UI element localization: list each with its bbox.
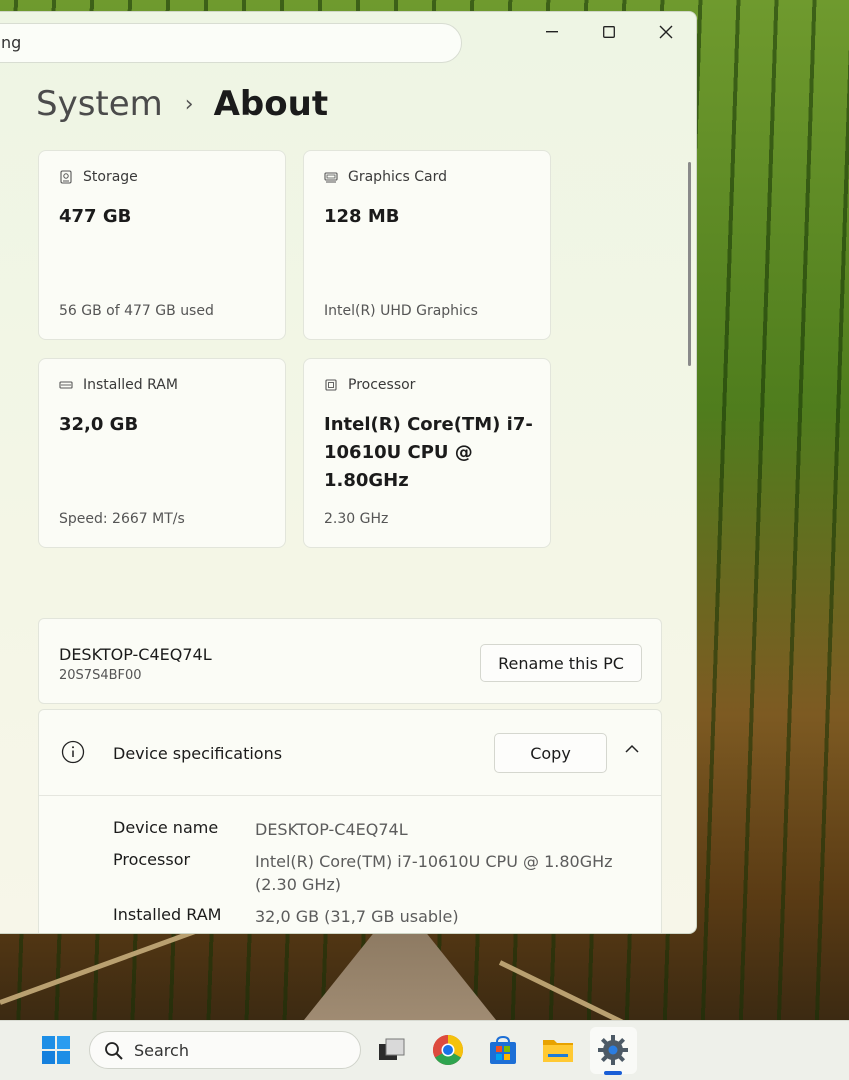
settings-search-input[interactable]: ng <box>0 23 462 63</box>
graphics-card-name: Intel(R) UHD Graphics <box>324 303 478 319</box>
pc-name: DESKTOP-C4EQ74L <box>59 645 212 664</box>
taskbar-search-input[interactable]: Search <box>89 1031 361 1069</box>
info-icon <box>61 740 85 764</box>
storage-usage: 56 GB of 477 GB used <box>59 303 214 319</box>
graphics-card-card[interactable]: Graphics Card 128 MB Intel(R) UHD Graphi… <box>303 150 551 340</box>
graphics-card-icon <box>324 172 338 183</box>
breadcrumb: System › About <box>36 84 328 124</box>
device-specifications-panel: Device specifications Copy Device name D… <box>38 709 662 933</box>
storage-icon <box>60 170 72 184</box>
active-app-indicator <box>604 1071 622 1075</box>
rename-pc-button[interactable]: Rename this PC <box>480 644 642 682</box>
search-icon <box>105 1042 123 1060</box>
storage-label: Storage <box>83 169 138 185</box>
storage-value: 477 GB <box>59 206 132 227</box>
processor-icon <box>325 379 337 391</box>
spec-value: DESKTOP-C4EQ74L <box>255 820 408 839</box>
settings-search-value: ng <box>1 33 22 52</box>
storage-card[interactable]: Storage 477 GB 56 GB of 477 GB used <box>38 150 286 340</box>
settings-window: ng System › About Storage 477 GB 56 GB o… <box>0 11 697 934</box>
spec-label: Installed RAM <box>113 905 222 924</box>
device-specifications-title: Device specifications <box>113 744 283 763</box>
installed-ram-value: 32,0 GB <box>59 414 139 435</box>
spec-value: Intel(R) Core(TM) i7-10610U CPU @ 1.80GH… <box>255 852 613 894</box>
graphics-card-label: Graphics Card <box>348 169 448 185</box>
maximize-icon <box>603 26 615 38</box>
spec-label: Device name <box>113 818 219 837</box>
chrome-icon[interactable] <box>430 1032 466 1068</box>
settings-gear-icon[interactable] <box>595 1032 631 1068</box>
minimize-button[interactable] <box>529 18 575 46</box>
pc-name-panel: DESKTOP-C4EQ74L 20S7S4BF00 Rename this P… <box>38 618 662 704</box>
minimize-icon <box>546 31 558 33</box>
taskbar-search-placeholder: Search <box>134 1041 189 1060</box>
spec-value: 32,0 GB (31,7 GB usable) <box>255 907 459 926</box>
installed-ram-card[interactable]: Installed RAM 32,0 GB Speed: 2667 MT/s <box>38 358 286 548</box>
breadcrumb-separator: › <box>184 91 194 117</box>
copy-button[interactable]: Copy <box>494 733 607 773</box>
close-button[interactable] <box>643 18 689 46</box>
pc-model: 20S7S4BF00 <box>59 668 142 683</box>
taskbar: Search <box>0 1020 849 1080</box>
processor-label: Processor <box>348 377 416 393</box>
scrollbar-thumb[interactable] <box>688 162 691 366</box>
processor-speed: 2.30 GHz <box>324 511 389 527</box>
ram-speed: Speed: 2667 MT/s <box>59 511 185 527</box>
chevron-up-icon[interactable] <box>624 744 640 754</box>
task-view-icon[interactable] <box>374 1032 410 1068</box>
breadcrumb-system[interactable]: System <box>36 84 163 124</box>
file-explorer-icon[interactable] <box>540 1032 576 1068</box>
windows-start-icon[interactable] <box>38 1032 74 1068</box>
processor-value: Intel(R) Core(TM) i7-10610U CPU @ 1.80GH… <box>324 414 533 491</box>
wallpaper-path <box>280 930 520 1020</box>
microsoft-store-icon[interactable] <box>485 1032 521 1068</box>
ram-icon <box>59 381 73 389</box>
close-icon <box>659 25 673 39</box>
wallpaper-fence-right <box>498 960 825 1020</box>
device-specifications-header[interactable]: Device specifications Copy <box>39 710 661 796</box>
spec-label: Processor <box>113 850 191 869</box>
graphics-card-value: 128 MB <box>324 206 400 227</box>
maximize-button[interactable] <box>586 18 632 46</box>
processor-card[interactable]: Processor Intel(R) Core(TM) i7-10610U CP… <box>303 358 551 548</box>
installed-ram-label: Installed RAM <box>83 377 178 393</box>
page-title: About <box>213 84 329 124</box>
